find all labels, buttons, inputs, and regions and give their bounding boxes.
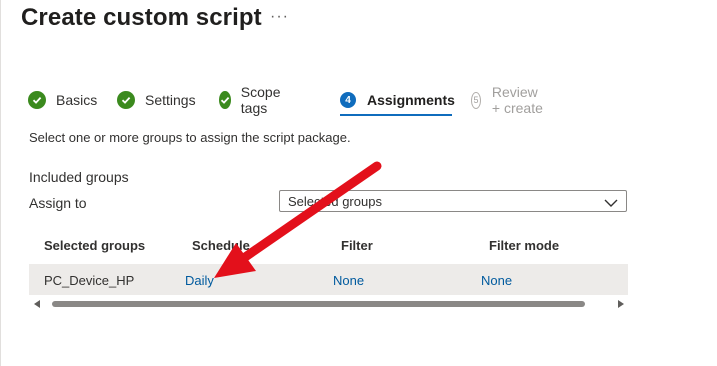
step-number-badge: 5 [471, 91, 481, 109]
horizontal-scrollbar[interactable] [34, 298, 624, 310]
scrollbar-thumb[interactable] [52, 301, 585, 307]
assign-to-dropdown[interactable]: Selected groups [279, 190, 627, 212]
column-header-filter-mode: Filter mode [489, 238, 560, 253]
step-label: Assignments [367, 92, 455, 108]
cell-filter-mode-link[interactable]: None [481, 273, 512, 288]
column-header-schedule: Schedule [192, 238, 250, 253]
assign-to-label: Assign to [29, 195, 87, 211]
instructions-text: Select one or more groups to assign the … [29, 130, 351, 145]
step-settings[interactable]: Settings [117, 89, 196, 111]
cell-filter-link[interactable]: None [333, 273, 364, 288]
step-assignments[interactable]: 4 Assignments [340, 89, 455, 111]
step-label: Review + create [491, 84, 543, 116]
step-scope-tags[interactable]: Scope tags [219, 84, 287, 116]
checkmark-icon [117, 91, 135, 109]
left-border [0, 0, 1, 366]
step-label: Settings [145, 92, 196, 108]
column-header-filter: Filter [341, 238, 373, 253]
checkmark-icon [28, 91, 46, 109]
more-options-icon[interactable]: ··· [270, 8, 289, 26]
assign-to-value: Selected groups [288, 194, 382, 209]
scroll-right-arrow-icon[interactable] [618, 300, 624, 308]
checkmark-icon [219, 91, 231, 109]
page-title: Create custom script [21, 4, 262, 31]
included-groups-heading: Included groups [29, 169, 129, 185]
scroll-left-arrow-icon[interactable] [34, 300, 40, 308]
cell-group-name: PC_Device_HP [44, 273, 135, 288]
step-label: Basics [56, 92, 98, 108]
column-header-selected-groups: Selected groups [44, 238, 146, 253]
step-number-badge: 4 [340, 92, 356, 108]
step-label: Scope tags [240, 84, 281, 116]
active-step-underline [340, 114, 452, 116]
step-review-create: 5 Review + create [471, 84, 545, 116]
chevron-down-icon [604, 195, 618, 213]
cell-schedule-link[interactable]: Daily [185, 273, 214, 288]
step-basics[interactable]: Basics [28, 89, 97, 111]
